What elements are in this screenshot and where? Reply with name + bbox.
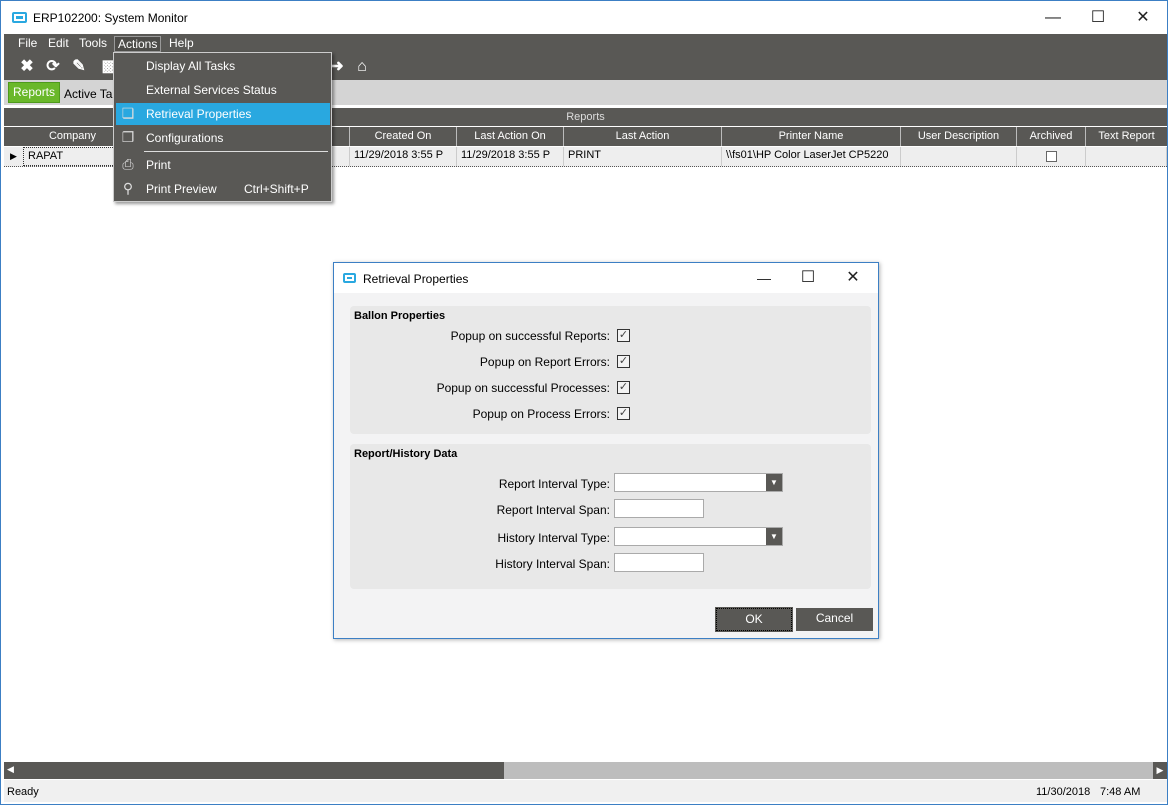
retrieval-properties-dialog: Retrieval Properties — ☐ ✕ Ballon Proper… — [333, 262, 879, 639]
field-label: Popup on Process Errors: — [472, 407, 610, 421]
printer-icon: ⎙ — [122, 156, 134, 172]
field-label: Popup on Report Errors: — [479, 355, 610, 369]
menu-item-label: External Services Status — [146, 83, 277, 97]
scroll-left-icon[interactable]: ◀ — [7, 764, 14, 775]
cell-archived — [1017, 147, 1086, 166]
column-text-report[interactable]: Text Report — [1086, 127, 1167, 146]
menu-bar: File Edit Tools Actions Help — [4, 34, 1167, 53]
menu-item-display-all-tasks[interactable]: Display All Tasks — [116, 55, 330, 77]
maximize-button[interactable]: ☐ — [1076, 5, 1120, 31]
scrollbar-thumb[interactable] — [4, 762, 504, 779]
actions-dropdown-menu: Display All Tasks External Services Stat… — [113, 52, 332, 202]
menu-item-label: Print Preview — [146, 182, 217, 196]
balloon-properties-group: Ballon Properties Popup on successful Re… — [350, 306, 871, 434]
menu-actions[interactable]: Actions — [114, 36, 162, 52]
menu-item-label: Retrieval Properties — [146, 107, 252, 121]
cancel-button[interactable]: Cancel — [796, 608, 873, 631]
field-label: Report Interval Span: — [496, 503, 610, 517]
menu-item-print[interactable]: ⎙ Print — [116, 154, 330, 176]
refresh-icon[interactable]: ⟳ — [44, 58, 62, 76]
report-interval-span-input[interactable] — [614, 499, 704, 518]
row-indicator-icon: ▶ — [10, 151, 17, 161]
field-label: Popup on successful Reports: — [450, 329, 610, 343]
chevron-down-icon[interactable]: ▼ — [766, 528, 782, 545]
report-history-group: Report/History Data Report Interval Type… — [350, 444, 871, 589]
dialog-close-button[interactable]: ✕ — [831, 265, 875, 291]
field-label: Report Interval Type: — [498, 477, 610, 491]
column-last-action-on[interactable]: Last Action On — [457, 127, 564, 146]
menu-help[interactable]: Help — [166, 36, 197, 52]
dialog-title: Retrieval Properties — [363, 272, 469, 286]
menu-item-configurations[interactable]: ❐ Configurations — [116, 127, 330, 149]
dialog-minimize-button[interactable]: — — [742, 265, 786, 291]
popup-successful-processes-checkbox[interactable]: ✓ — [617, 381, 630, 394]
app-icon — [12, 12, 27, 23]
close-button[interactable]: ✕ — [1121, 5, 1165, 31]
field-label: History Interval Type: — [497, 531, 611, 545]
menu-item-shortcut: Ctrl+Shift+P — [244, 182, 309, 196]
column-company[interactable]: Company — [23, 127, 123, 146]
cell-last-action-on[interactable]: 11/29/2018 3:55 P — [457, 147, 564, 166]
print-preview-icon: ⚲ — [122, 180, 134, 196]
report-interval-type-select[interactable]: ▼ — [614, 473, 783, 492]
dialog-maximize-button[interactable]: ☐ — [786, 265, 830, 291]
history-interval-type-select[interactable]: ▼ — [614, 527, 783, 546]
tab-active-tasks[interactable]: Active Ta — [64, 84, 112, 104]
dialog-title-bar: Retrieval Properties — ☐ ✕ — [334, 263, 878, 293]
column-user-description[interactable]: User Description — [901, 127, 1017, 146]
status-text: Ready — [7, 786, 39, 798]
window-icon: ❏ — [121, 105, 135, 121]
menu-item-external-services-status[interactable]: External Services Status — [116, 79, 330, 101]
cell-user-description[interactable] — [901, 147, 1017, 166]
column-last-action[interactable]: Last Action — [564, 127, 722, 146]
menu-edit[interactable]: Edit — [45, 36, 72, 52]
menu-file[interactable]: File — [15, 36, 40, 52]
group-heading: Ballon Properties — [354, 310, 446, 322]
status-date: 11/30/2018 — [1036, 786, 1091, 798]
menu-item-label: Configurations — [146, 131, 224, 145]
cell-last-action[interactable]: PRINT — [564, 147, 722, 166]
popup-successful-reports-checkbox[interactable]: ✓ — [617, 329, 630, 342]
close-x-icon[interactable]: ✖ — [18, 58, 36, 76]
title-bar: ERP102200: System Monitor — ☐ ✕ — [1, 1, 1167, 34]
status-bar: Ready 11/30/2018 7:48 AM — [4, 780, 1167, 802]
home-icon[interactable]: ⌂ — [353, 58, 371, 76]
broom-icon[interactable]: ✎ — [70, 58, 88, 76]
cell-company[interactable]: RAPAT — [23, 147, 123, 166]
tab-reports[interactable]: Reports — [8, 82, 61, 103]
app-icon — [343, 273, 356, 283]
field-label: Popup on successful Processes: — [436, 381, 610, 395]
status-time: 7:48 AM — [1100, 786, 1141, 798]
ok-button[interactable]: OK — [715, 607, 793, 632]
minimize-button[interactable]: — — [1031, 5, 1075, 31]
column-archived[interactable]: Archived — [1017, 127, 1086, 146]
menu-separator — [144, 151, 328, 152]
menu-tools[interactable]: Tools — [76, 36, 110, 52]
cell-printer-name[interactable]: \\fs01\HP Color LaserJet CP5220 — [722, 147, 901, 166]
column-created-on[interactable]: Created On — [350, 127, 457, 146]
window-title: ERP102200: System Monitor — [33, 11, 188, 25]
popup-process-errors-checkbox[interactable]: ✓ — [617, 407, 630, 420]
chevron-down-icon[interactable]: ▼ — [766, 474, 782, 491]
menu-item-retrieval-properties[interactable]: ❏ Retrieval Properties — [116, 103, 330, 125]
menu-item-label: Print — [146, 158, 171, 172]
scroll-right-icon[interactable]: ▶ — [1153, 762, 1167, 779]
field-label: History Interval Span: — [495, 557, 610, 571]
windows-icon: ❐ — [121, 129, 135, 145]
archived-checkbox[interactable] — [1046, 151, 1057, 162]
horizontal-scrollbar[interactable]: ◀ ▶ — [4, 762, 1167, 779]
menu-item-label: Display All Tasks — [146, 59, 236, 73]
popup-report-errors-checkbox[interactable]: ✓ — [617, 355, 630, 368]
history-interval-span-input[interactable] — [614, 553, 704, 572]
column-printer-name[interactable]: Printer Name — [722, 127, 901, 146]
menu-item-print-preview[interactable]: ⚲ Print Preview Ctrl+Shift+P — [116, 178, 330, 200]
cell-text-report[interactable] — [1086, 147, 1167, 166]
cell-created-on[interactable]: 11/29/2018 3:55 P — [350, 147, 457, 166]
group-heading: Report/History Data — [354, 448, 458, 460]
